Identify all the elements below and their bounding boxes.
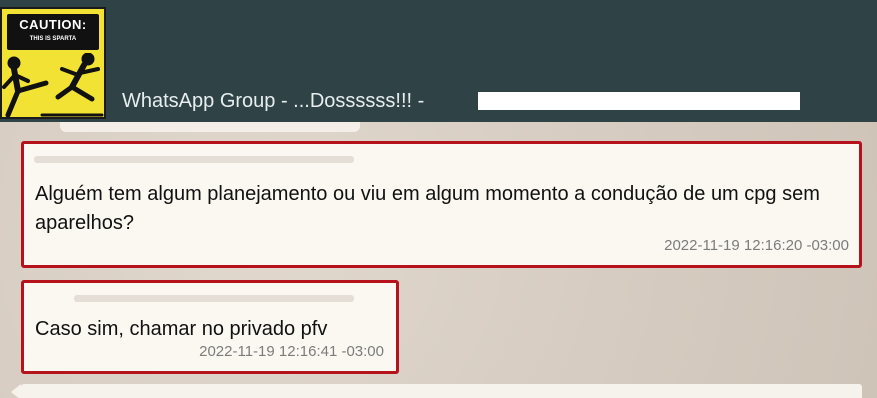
message-bubble-2[interactable]: Caso sim, chamar no privado pfv 2022-11-… xyxy=(21,280,399,374)
avatar-caution-banner: CAUTION: THIS IS SPARTA xyxy=(5,12,101,52)
group-title: WhatsApp Group - ...Dossssss!!! - xyxy=(122,90,425,112)
group-avatar[interactable]: CAUTION: THIS IS SPARTA xyxy=(0,7,106,119)
redacted-sender-name xyxy=(74,295,354,302)
sparta-kick-icon xyxy=(2,53,104,117)
message-timestamp: 2022-11-19 12:16:20 -03:00 xyxy=(664,237,849,254)
message-text: Alguém tem algum planejamento ou viu em … xyxy=(35,183,820,234)
redacted-phone-block xyxy=(478,92,800,110)
message-bubble-1[interactable]: Alguém tem algum planejamento ou viu em … xyxy=(21,141,862,268)
avatar-caution-text: CAUTION: xyxy=(19,17,87,32)
next-message-bubble-partial[interactable] xyxy=(21,384,862,398)
avatar-caution-subtext: THIS IS SPARTA xyxy=(29,36,77,42)
bubble-tail xyxy=(11,384,21,398)
redacted-sender-name xyxy=(34,156,354,163)
message-timestamp: 2022-11-19 12:16:41 -03:00 xyxy=(199,343,384,360)
message-text: Caso sim, chamar no privado pfv xyxy=(35,318,328,340)
previous-bubble-edge xyxy=(60,122,360,132)
